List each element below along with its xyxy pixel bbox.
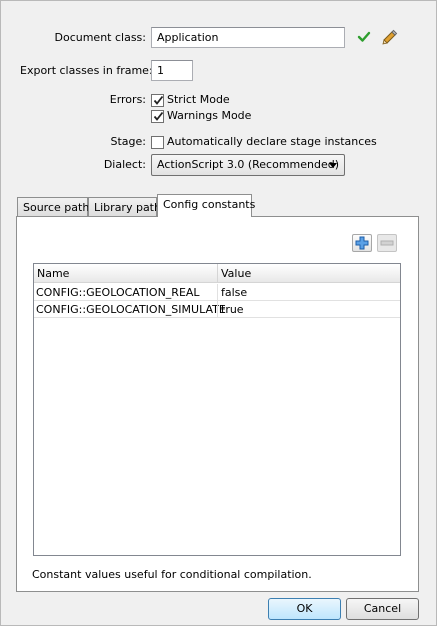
auto-declare-check-box[interactable] [151, 136, 164, 149]
warnings-mode-check-box[interactable] [151, 110, 164, 123]
tab-source-path[interactable]: Source path [17, 197, 89, 217]
cell-divider [217, 284, 218, 301]
panel-hint-text: Constant values useful for conditional c… [32, 568, 312, 581]
tab-library-path[interactable]: Library path [88, 197, 161, 217]
auto-declare-checkbox[interactable]: Automatically declare stage instances [151, 135, 377, 151]
row-value-cell: false [221, 286, 248, 299]
table-row[interactable]: CONFIG::GEOLOCATION_REAL false [34, 284, 400, 301]
column-header-value[interactable]: Value [221, 267, 251, 280]
tab-config-constants[interactable]: Config constants [157, 194, 255, 217]
checkmark-icon[interactable] [357, 30, 371, 44]
plus-icon [355, 236, 369, 250]
column-divider[interactable] [217, 264, 218, 283]
row-name-cell: CONFIG::GEOLOCATION_REAL [36, 286, 200, 299]
row-value-cell: true [221, 303, 244, 316]
dialect-label: Dialect: [103, 158, 146, 171]
strict-mode-checkbox[interactable]: Strict Mode [151, 93, 271, 109]
column-header-name[interactable]: Name [37, 267, 69, 280]
export-frame-label: Export classes in frame: [20, 64, 153, 77]
document-class-label: Document class: [54, 31, 147, 44]
table-row[interactable]: CONFIG::GEOLOCATION_SIMULATE true [34, 301, 400, 318]
ok-button[interactable]: OK [268, 598, 341, 620]
warnings-mode-label: Warnings Mode [167, 109, 252, 122]
dialect-select-value: ActionScript 3.0 (Recommended) [157, 158, 340, 171]
add-constant-button[interactable] [352, 234, 372, 252]
stage-label: Stage: [110, 135, 147, 148]
row-name-cell: CONFIG::GEOLOCATION_SIMULATE [36, 303, 226, 316]
strict-mode-check-box[interactable] [151, 94, 164, 107]
remove-constant-button[interactable] [377, 234, 397, 252]
warnings-mode-checkbox[interactable]: Warnings Mode [151, 109, 271, 125]
auto-declare-label: Automatically declare stage instances [167, 135, 377, 148]
table-header: Name Value [34, 264, 400, 283]
config-constants-panel: Name Value CONFIG::GEOLOCATION_REAL fals… [16, 216, 419, 592]
strict-mode-label: Strict Mode [167, 93, 230, 106]
export-frame-input[interactable]: 1 [151, 60, 193, 81]
dialect-select[interactable]: ActionScript 3.0 (Recommended) [151, 154, 345, 176]
document-class-input[interactable]: Application [151, 27, 345, 48]
constants-table: Name Value CONFIG::GEOLOCATION_REAL fals… [33, 263, 401, 556]
chevron-down-icon [329, 163, 337, 168]
errors-label: Errors: [109, 93, 146, 106]
minus-icon [380, 240, 394, 246]
cell-divider [217, 301, 218, 318]
pencil-icon[interactable] [380, 28, 398, 46]
cancel-button[interactable]: Cancel [346, 598, 419, 620]
